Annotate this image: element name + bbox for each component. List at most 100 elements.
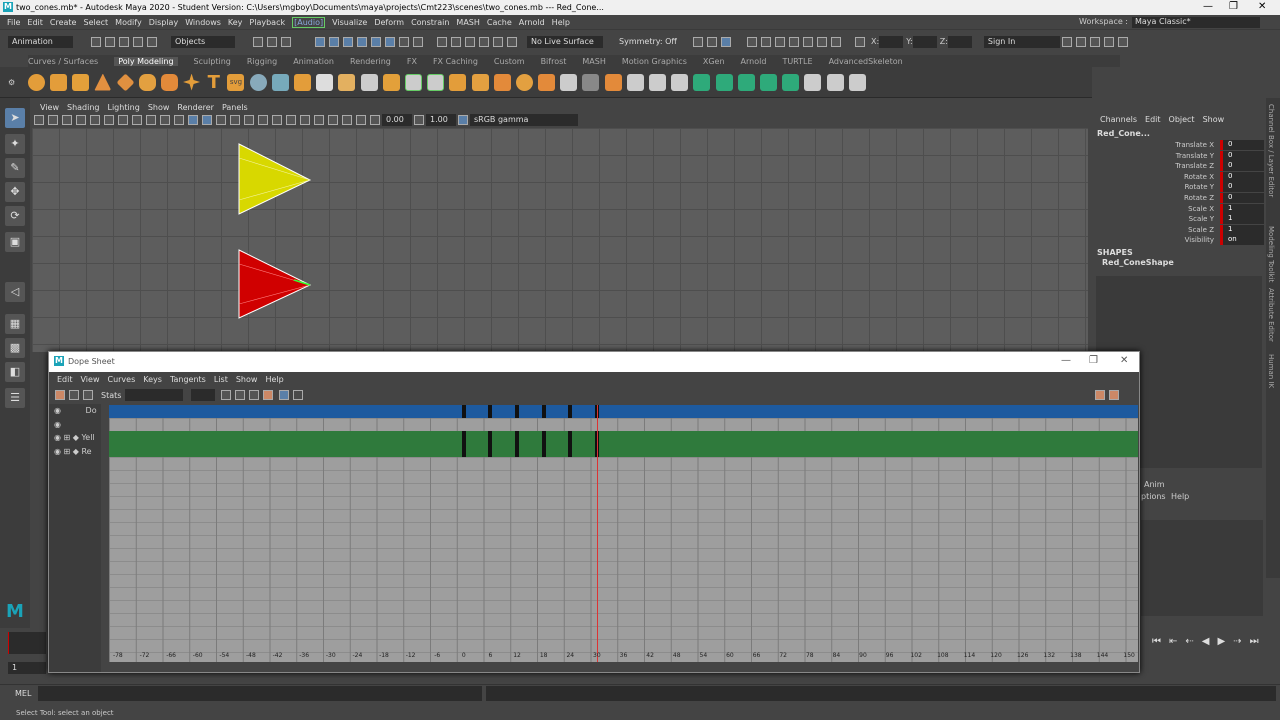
combine-icon[interactable] (294, 73, 312, 91)
select-tool-icon[interactable]: ➤ (5, 108, 25, 128)
remesh-icon[interactable] (782, 73, 800, 91)
attr-row-rotate-y[interactable]: Rotate Y 0 (1092, 182, 1266, 193)
menu-mash[interactable]: MASH (456, 18, 479, 27)
viewport-menu-panels[interactable]: Panels (222, 103, 248, 112)
new-scene-icon[interactable] (91, 36, 101, 47)
attr-value[interactable]: 0 (1220, 171, 1264, 182)
selection-mode-dropdown[interactable]: Objects (171, 35, 235, 48)
multi-cut-icon[interactable] (471, 73, 489, 91)
snap-grid-icon[interactable] (315, 36, 325, 47)
menu-playback[interactable]: Playback (249, 18, 285, 27)
maximize-button[interactable]: ❐ (1229, 1, 1238, 12)
menu-cache[interactable]: Cache (487, 18, 512, 27)
attr-value[interactable]: 0 (1220, 140, 1264, 150)
insert-keys-icon[interactable] (69, 390, 79, 400)
crease-icon[interactable] (582, 73, 600, 91)
motion-blur-icon[interactable] (286, 115, 296, 125)
xray-icon[interactable] (342, 115, 352, 125)
two-view-layout-icon[interactable]: ◧ (5, 362, 25, 382)
menu-display[interactable]: Display (149, 18, 179, 27)
attr-row-scale-x[interactable]: Scale X 1 (1092, 203, 1266, 215)
red-cone[interactable] (238, 249, 312, 319)
film-gate-icon[interactable] (104, 115, 114, 125)
frame-all-icon[interactable] (221, 390, 232, 400)
gate-mask-icon[interactable] (132, 115, 142, 125)
attr-value[interactable]: 1 (1220, 224, 1264, 235)
shelf-tab-rigging[interactable]: Rigging (247, 57, 277, 66)
y-field[interactable] (912, 35, 937, 48)
symmetrize-icon[interactable] (826, 73, 844, 91)
conform-icon[interactable] (693, 73, 711, 91)
lights-icon[interactable] (244, 115, 254, 125)
arnold-render-icon[interactable] (789, 36, 799, 47)
attr-value[interactable]: 0 (1220, 182, 1264, 193)
outliner-layout-icon[interactable]: ☰ (5, 388, 25, 408)
input-icon[interactable] (451, 36, 461, 47)
reduce-icon[interactable] (737, 73, 755, 91)
select-component-icon[interactable] (281, 36, 291, 47)
dope-sheet-maximize-button[interactable]: ❐ (1089, 355, 1098, 366)
shelf-tab-animation[interactable]: Animation (293, 57, 334, 66)
side-tab-0[interactable]: Channel Box / Layer Editor (1267, 104, 1275, 197)
undo-icon[interactable] (133, 36, 143, 47)
mesh-display-icon[interactable] (804, 73, 822, 91)
anim-tab[interactable]: Anim (1144, 480, 1165, 489)
uv-editor-icon[interactable] (560, 73, 578, 91)
bookmark-icon[interactable] (62, 115, 72, 125)
time-editor-icon[interactable] (1109, 390, 1120, 400)
menu-modify[interactable]: Modify (115, 18, 142, 27)
arnold-ipr-icon[interactable] (803, 36, 813, 47)
select-object-icon[interactable] (267, 36, 277, 47)
snap-view-plane-icon[interactable] (357, 36, 367, 47)
snap-curve-icon[interactable] (329, 36, 339, 47)
attr-value[interactable]: 0 (1220, 150, 1264, 161)
hierarchy-view-icon[interactable] (293, 390, 304, 400)
poly-cone-icon[interactable] (94, 73, 112, 91)
viewport-menu-lighting[interactable]: Lighting (107, 103, 139, 112)
color-management-icon[interactable] (458, 115, 468, 125)
menu-create[interactable]: Create (50, 18, 77, 27)
boolean-icon[interactable] (360, 73, 378, 91)
channel-menu-object[interactable]: Object (1169, 115, 1195, 124)
snap-vertex-icon[interactable] (385, 36, 395, 47)
command-input[interactable] (38, 686, 482, 701)
transform-field-icon[interactable] (855, 36, 865, 47)
pause-icon[interactable] (831, 36, 841, 47)
workspace-dropdown[interactable]: Maya Classic* (1132, 17, 1260, 28)
stats-field-frame[interactable] (125, 389, 184, 401)
attr-row-scale-y[interactable]: Scale Y 1 (1092, 214, 1266, 225)
shadows-icon[interactable] (258, 115, 268, 125)
isolate-select-icon[interactable] (328, 115, 338, 125)
poly-sphere-icon[interactable] (27, 73, 45, 91)
graph-editor-icon[interactable] (1095, 390, 1106, 400)
keyframe-marker[interactable] (541, 431, 546, 457)
ipr-render-icon[interactable] (721, 36, 731, 47)
gamma-icon[interactable] (414, 115, 424, 125)
attr-value[interactable]: 0 (1220, 161, 1264, 172)
render-frame-icon[interactable] (693, 36, 703, 47)
grid-icon[interactable] (90, 115, 100, 125)
menu-help[interactable]: Help (552, 18, 570, 27)
go-to-end-icon[interactable]: ⏭ (1250, 636, 1259, 647)
render-view-icon[interactable] (707, 36, 717, 47)
go-to-start-icon[interactable]: ⏮ (1152, 636, 1161, 647)
shape-node-name[interactable]: Red_ConeShape (1102, 258, 1174, 267)
extrude-icon[interactable] (404, 73, 422, 91)
menu-windows[interactable]: Windows (185, 18, 221, 27)
viewport-menu-shading[interactable]: Shading (67, 103, 100, 112)
target-weld-icon[interactable] (493, 73, 511, 91)
scale-tool-icon[interactable]: ▣ (5, 232, 25, 252)
shelf-tab-custom[interactable]: Custom (494, 57, 525, 66)
viewport-menu-renderer[interactable]: Renderer (177, 103, 214, 112)
planar-mapping-icon[interactable] (538, 73, 556, 91)
keyframe-marker[interactable] (461, 405, 466, 418)
render-settings-icon[interactable] (747, 36, 757, 47)
keyframe-marker[interactable] (568, 405, 573, 418)
keyframe-marker[interactable] (461, 431, 466, 457)
save-scene-icon[interactable] (119, 36, 129, 47)
attr-row-scale-z[interactable]: Scale Z 1 (1092, 224, 1266, 236)
wireframe-icon[interactable] (188, 115, 198, 125)
refresh-icon[interactable] (507, 36, 517, 47)
snap-point-icon[interactable] (343, 36, 353, 47)
last-tool-icon[interactable]: ◁ (5, 282, 25, 302)
